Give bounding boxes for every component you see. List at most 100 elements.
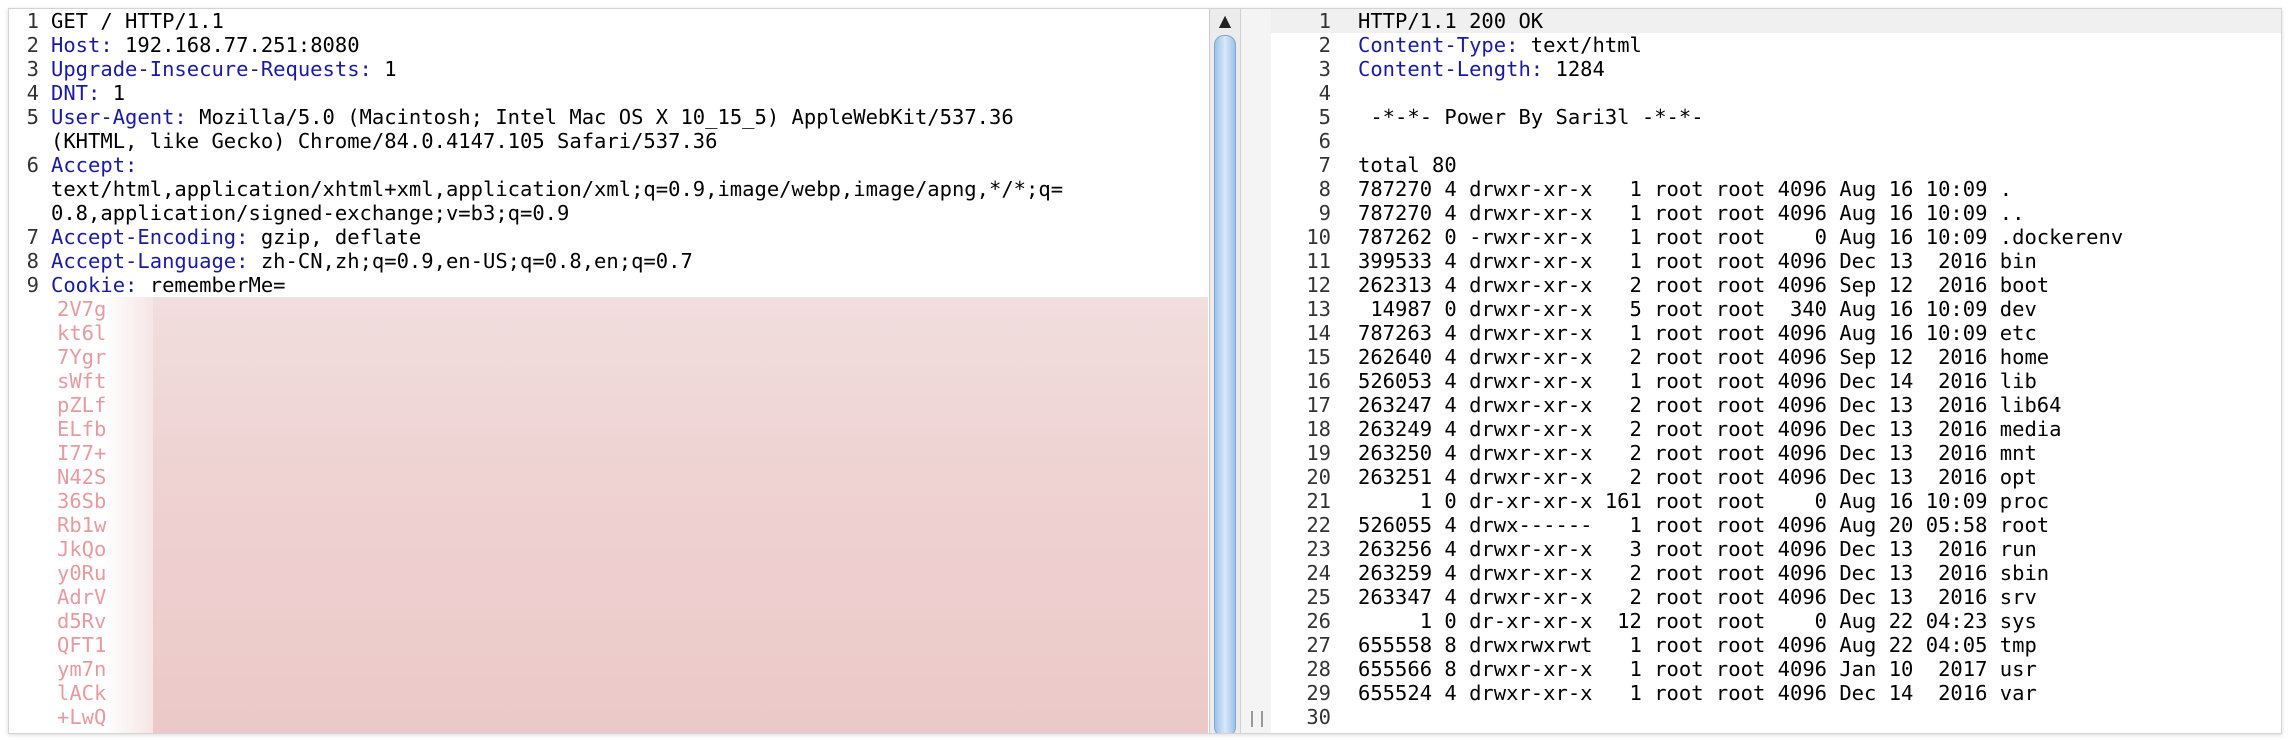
- request-line[interactable]: 8 Accept-Language: zh-CN,zh;q=0.9,en-US;q…: [9, 249, 1209, 273]
- request-editor[interactable]: 1 GET / HTTP/1.1 2 Host: 192.168.77.251:808…: [9, 9, 1209, 297]
- response-editor[interactable]: 1 HTTP/1.1 200 OK 2 Content-Type: text/html…: [1271, 9, 2281, 729]
- line-content[interactable]: 263259 4 drwxr-xr-x 2 root root 4096 Dec…: [1358, 561, 2049, 585]
- line-content[interactable]: 655558 8 drwxrwxrwt 1 root root 4096 Aug…: [1358, 633, 2037, 657]
- request-line[interactable]: 4 DNT: 1: [9, 81, 1209, 105]
- response-line[interactable]: 28 655566 8 drwxr-xr-x 1 root root 4096 J…: [1271, 657, 2281, 681]
- line-content[interactable]: 1 0 dr-xr-xr-x 161 root root 0 Aug 16 10…: [1358, 489, 2049, 513]
- header-value: 263256 4 drwxr-xr-x 3 root root 4096 Dec…: [1358, 537, 2037, 561]
- line-number: 26: [1306, 609, 1331, 633]
- request-line[interactable]: 2 Host: 192.168.77.251:8080: [9, 33, 1209, 57]
- line-content[interactable]: 526055 4 drwx------ 1 root root 4096 Aug…: [1358, 513, 2049, 537]
- line-content[interactable]: 14987 0 drwxr-xr-x 5 root root 340 Aug 1…: [1358, 297, 2036, 321]
- request-line[interactable]: 7 Accept-Encoding: gzip, deflate: [9, 225, 1209, 249]
- header-value: 787270 4 drwxr-xr-x 1 root root 4096 Aug…: [1358, 201, 2025, 225]
- line-content[interactable]: 787270 4 drwxr-xr-x 1 root root 4096 Aug…: [1358, 177, 2012, 201]
- line-content[interactable]: Accept-Encoding: gzip, deflate: [51, 225, 421, 249]
- request-pane[interactable]: 1 GET / HTTP/1.1 2 Host: 192.168.77.251:808…: [9, 9, 1209, 733]
- grip-icon[interactable]: [1251, 711, 1263, 727]
- response-line[interactable]: 12 262313 4 drwxr-xr-x 2 root root 4096 S…: [1271, 273, 2281, 297]
- response-line[interactable]: 17 263247 4 drwxr-xr-x 2 root root 4096 D…: [1271, 393, 2281, 417]
- header-value: 526055 4 drwx------ 1 root root 4096 Aug…: [1358, 513, 2050, 537]
- redacted-line: ym7n: [57, 657, 107, 681]
- line-content[interactable]: Accept-Language: zh-CN,zh;q=0.9,en-US;q=…: [51, 249, 693, 273]
- request-line[interactable]: 3 Upgrade-Insecure-Requests: 1: [9, 57, 1209, 81]
- line-content[interactable]: HTTP/1.1 200 OK: [1358, 9, 1543, 33]
- response-line[interactable]: 9 787270 4 drwxr-xr-x 1 root root 4096 Au…: [1271, 201, 2281, 225]
- response-line[interactable]: 24 263259 4 drwxr-xr-x 2 root root 4096 D…: [1271, 561, 2281, 585]
- line-number: 20: [1306, 465, 1331, 489]
- line-content[interactable]: 787270 4 drwxr-xr-x 1 root root 4096 Aug…: [1358, 201, 2024, 225]
- pane-divider[interactable]: [1240, 9, 1272, 733]
- response-line[interactable]: 8 787270 4 drwxr-xr-x 1 root root 4096 Au…: [1271, 177, 2281, 201]
- line-content[interactable]: 263347 4 drwxr-xr-x 2 root root 4096 Dec…: [1358, 585, 2037, 609]
- redacted-line: Rb1w: [57, 513, 107, 537]
- response-line[interactable]: 30: [1271, 705, 2281, 729]
- response-line[interactable]: 21 1 0 dr-xr-xr-x 161 root root 0 Aug 16…: [1271, 489, 2281, 513]
- line-number: 28: [1306, 657, 1331, 681]
- line-content[interactable]: 1 0 dr-xr-xr-x 12 root root 0 Aug 22 04:…: [1358, 609, 2037, 633]
- response-line[interactable]: 20 263251 4 drwxr-xr-x 2 root root 4096 D…: [1271, 465, 2281, 489]
- response-line[interactable]: 10 787262 0 -rwxr-xr-x 1 root root 0 Aug …: [1271, 225, 2281, 249]
- line-content[interactable]: 399533 4 drwxr-xr-x 1 root root 4096 Dec…: [1358, 249, 2037, 273]
- request-line[interactable]: 9 Cookie: rememberMe=: [9, 273, 1209, 297]
- response-line[interactable]: 4: [1271, 81, 2281, 105]
- line-content[interactable]: Cookie: rememberMe=: [51, 273, 286, 297]
- request-line[interactable]: text/html,application/xhtml+xml,applicat…: [9, 177, 1209, 201]
- response-line[interactable]: 6: [1271, 129, 2281, 153]
- response-line[interactable]: 18 263249 4 drwxr-xr-x 2 root root 4096 D…: [1271, 417, 2281, 441]
- header-value: 263250 4 drwxr-xr-x 2 root root 4096 Dec…: [1358, 441, 2037, 465]
- line-content[interactable]: Upgrade-Insecure-Requests: 1: [51, 57, 397, 81]
- line-content[interactable]: 655566 8 drwxr-xr-x 1 root root 4096 Jan…: [1358, 657, 2037, 681]
- line-content[interactable]: Accept:: [51, 153, 137, 177]
- line-content[interactable]: User-Agent: Mozilla/5.0 (Macintosh; Inte…: [51, 105, 1014, 129]
- request-line[interactable]: 6 Accept:: [9, 153, 1209, 177]
- line-number: 25: [1306, 585, 1331, 609]
- response-line[interactable]: 5 -*-*- Power By Sari3l -*-*-: [1271, 105, 2281, 129]
- response-line[interactable]: 11 399533 4 drwxr-xr-x 1 root root 4096 D…: [1271, 249, 2281, 273]
- response-line[interactable]: 7 total 80: [1271, 153, 2281, 177]
- response-line[interactable]: 26 1 0 dr-xr-xr-x 12 root root 0 Aug 22 …: [1271, 609, 2281, 633]
- line-content[interactable]: 263247 4 drwxr-xr-x 2 root root 4096 Dec…: [1358, 393, 2062, 417]
- response-line[interactable]: 25 263347 4 drwxr-xr-x 2 root root 4096 D…: [1271, 585, 2281, 609]
- line-content[interactable]: 262313 4 drwxr-xr-x 2 root root 4096 Sep…: [1358, 273, 2049, 297]
- line-content[interactable]: (KHTML, like Gecko) Chrome/84.0.4147.105…: [51, 129, 717, 153]
- response-line[interactable]: 2 Content-Type: text/html: [1271, 33, 2281, 57]
- response-line[interactable]: 29 655524 4 drwxr-xr-x 1 root root 4096 D…: [1271, 681, 2281, 705]
- response-line[interactable]: 27 655558 8 drwxrwxrwt 1 root root 4096 A…: [1271, 633, 2281, 657]
- line-content[interactable]: 262640 4 drwxr-xr-x 2 root root 4096 Sep…: [1358, 345, 2049, 369]
- line-content[interactable]: total 80: [1358, 153, 1457, 177]
- scrollbar-thumb[interactable]: [1214, 35, 1236, 733]
- request-line[interactable]: 0.8,application/signed-exchange;v=b3;q=0…: [9, 201, 1209, 225]
- line-content[interactable]: 263249 4 drwxr-xr-x 2 root root 4096 Dec…: [1358, 417, 2062, 441]
- response-line[interactable]: 16 526053 4 drwxr-xr-x 1 root root 4096 D…: [1271, 369, 2281, 393]
- response-line[interactable]: 23 263256 4 drwxr-xr-x 3 root root 4096 D…: [1271, 537, 2281, 561]
- request-line[interactable]: 5 User-Agent: Mozilla/5.0 (Macintosh; Int…: [9, 105, 1209, 129]
- line-content[interactable]: Content-Type: text/html: [1358, 33, 1642, 57]
- request-line[interactable]: (KHTML, like Gecko) Chrome/84.0.4147.105…: [9, 129, 1209, 153]
- line-content[interactable]: 787262 0 -rwxr-xr-x 1 root root 0 Aug 16…: [1358, 225, 2123, 249]
- response-line[interactable]: 15 262640 4 drwxr-xr-x 2 root root 4096 S…: [1271, 345, 2281, 369]
- response-line[interactable]: 13 14987 0 drwxr-xr-x 5 root root 340 Au…: [1271, 297, 2281, 321]
- line-content[interactable]: 0.8,application/signed-exchange;v=b3;q=0…: [51, 201, 569, 225]
- response-line[interactable]: 22 526055 4 drwx------ 1 root root 4096 A…: [1271, 513, 2281, 537]
- line-content[interactable]: 263251 4 drwxr-xr-x 2 root root 4096 Dec…: [1358, 465, 2037, 489]
- response-line[interactable]: 3 Content-Length: 1284: [1271, 57, 2281, 81]
- response-line[interactable]: 19 263250 4 drwxr-xr-x 2 root root 4096 D…: [1271, 441, 2281, 465]
- line-content[interactable]: 263250 4 drwxr-xr-x 2 root root 4096 Dec…: [1358, 441, 2037, 465]
- line-content[interactable]: 787263 4 drwxr-xr-x 1 root root 4096 Aug…: [1358, 321, 2037, 345]
- line-content[interactable]: DNT: 1: [51, 81, 125, 105]
- line-content[interactable]: Content-Length: 1284: [1358, 57, 1605, 81]
- response-pane[interactable]: 1 HTTP/1.1 200 OK 2 Content-Type: text/html…: [1271, 9, 2281, 733]
- line-content[interactable]: 526053 4 drwxr-xr-x 1 root root 4096 Dec…: [1358, 369, 2037, 393]
- line-content[interactable]: 655524 4 drwxr-xr-x 1 root root 4096 Dec…: [1358, 681, 2037, 705]
- line-content[interactable]: 263256 4 drwxr-xr-x 3 root root 4096 Dec…: [1358, 537, 2037, 561]
- line-content[interactable]: Host: 192.168.77.251:8080: [51, 33, 360, 57]
- response-line[interactable]: 1 HTTP/1.1 200 OK: [1271, 9, 2281, 33]
- line-content[interactable]: -*-*- Power By Sari3l -*-*-: [1358, 105, 1703, 129]
- line-content[interactable]: text/html,application/xhtml+xml,applicat…: [51, 177, 1063, 201]
- request-scrollbar[interactable]: ▲: [1209, 9, 1240, 733]
- request-line[interactable]: 1 GET / HTTP/1.1: [9, 9, 1209, 33]
- triangle-up-icon[interactable]: ▲: [1210, 9, 1240, 33]
- line-content[interactable]: GET / HTTP/1.1: [51, 9, 224, 33]
- response-line[interactable]: 14 787263 4 drwxr-xr-x 1 root root 4096 A…: [1271, 321, 2281, 345]
